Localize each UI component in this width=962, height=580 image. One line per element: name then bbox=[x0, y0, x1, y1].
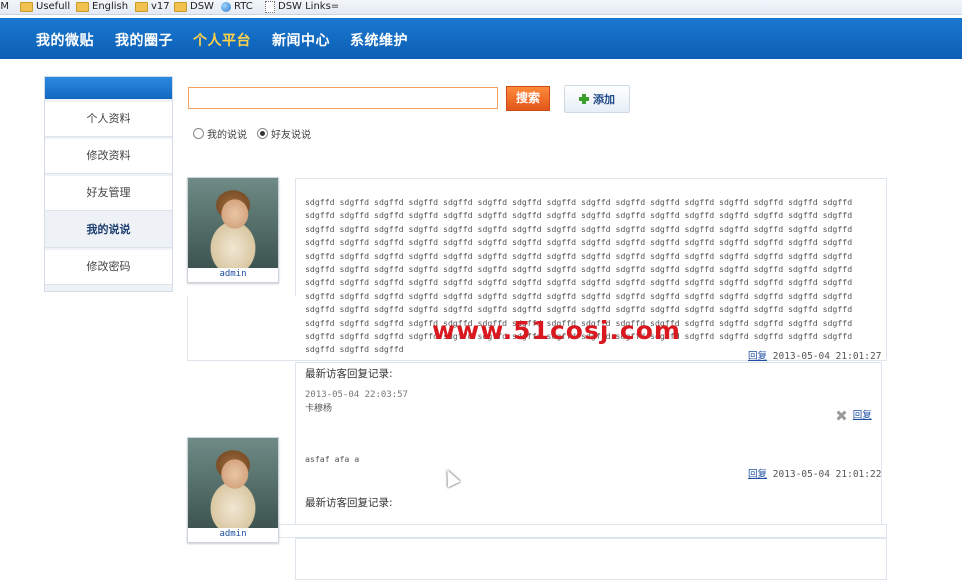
menu-item-password[interactable]: 修改密码 bbox=[45, 250, 172, 285]
bookmark-usefull[interactable]: Usefull bbox=[20, 0, 70, 14]
avatar-card[interactable]: admin bbox=[187, 177, 279, 283]
author-name[interactable]: admin bbox=[188, 529, 278, 539]
bookmark-3m[interactable]: 3M bbox=[0, 0, 9, 14]
bookmark-rtc[interactable]: RTC bbox=[221, 0, 253, 14]
nav-item-weitie[interactable]: 我的微贴 bbox=[36, 30, 94, 50]
radio-label-my-posts: 我的说说 bbox=[207, 130, 247, 141]
recent-replies-label: 最新访客回复记录: bbox=[305, 368, 393, 380]
folder-icon bbox=[135, 2, 148, 12]
reply-timestamp: 2013-05-04 22:03:57 bbox=[305, 390, 408, 400]
nav-item-quanzi[interactable]: 我的圈子 bbox=[115, 30, 173, 50]
author-name[interactable]: admin bbox=[188, 269, 278, 279]
menu-item-friends[interactable]: 好友管理 bbox=[45, 176, 172, 211]
radio-friend-posts[interactable] bbox=[257, 128, 268, 139]
bookmark-label: Usefull bbox=[36, 1, 71, 12]
search-input[interactable] bbox=[188, 87, 498, 109]
watermark: www.51cosj.com bbox=[432, 316, 681, 345]
top-nav: 我的微贴 我的圈子 个人平台 新闻中心 系统维护 bbox=[0, 18, 962, 59]
add-button[interactable]: 添加 bbox=[564, 85, 630, 113]
menu-item-profile[interactable]: 个人资料 bbox=[45, 102, 172, 137]
post-card-footer bbox=[187, 524, 887, 538]
left-menu-header bbox=[45, 77, 172, 99]
search-button[interactable]: 搜索 bbox=[506, 86, 550, 111]
folder-icon bbox=[76, 2, 89, 12]
post-meta: 回复 2013-05-04 21:01:27 bbox=[748, 348, 881, 362]
reply-actions: 回复 bbox=[836, 407, 872, 421]
radio-label-friend-posts: 好友说说 bbox=[271, 130, 311, 141]
plus-icon bbox=[579, 94, 589, 104]
bookmark-label: v17 bbox=[151, 1, 170, 12]
nav-item-personal[interactable]: 个人平台 bbox=[193, 30, 251, 50]
recent-replies-label: 最新访客回复记录: bbox=[305, 497, 393, 509]
bookmarks-bar: 3M Usefull English v17 DSW RTC DSW Links… bbox=[0, 0, 962, 15]
delete-icon[interactable] bbox=[836, 410, 847, 421]
folder-icon bbox=[20, 2, 33, 12]
folder-icon bbox=[174, 2, 187, 12]
bookmark-label: DSW bbox=[190, 1, 214, 12]
add-button-label: 添加 bbox=[593, 93, 615, 106]
avatar bbox=[188, 438, 278, 528]
post-meta: 回复 2013-05-04 21:01:22 bbox=[748, 466, 881, 480]
bookmark-dsw[interactable]: DSW bbox=[174, 0, 214, 14]
page-icon bbox=[265, 1, 275, 13]
menu-item-my-posts[interactable]: 我的说说 bbox=[45, 213, 172, 248]
menu-item-edit-profile[interactable]: 修改资料 bbox=[45, 139, 172, 174]
post-filter: 我的说说 好友说说 bbox=[193, 126, 311, 141]
bookmark-v17[interactable]: v17 bbox=[135, 0, 170, 14]
post-content: asfaf afa a bbox=[305, 454, 360, 464]
globe-icon bbox=[221, 2, 231, 12]
reply-link[interactable]: 回复 bbox=[748, 351, 767, 362]
post-timestamp: 2013-05-04 21:01:27 bbox=[772, 351, 882, 362]
bookmark-label: DSW Links= bbox=[278, 1, 340, 12]
reply-text: 卡穆杨 bbox=[305, 404, 333, 414]
bookmark-dsw-links[interactable]: DSW Links= bbox=[265, 0, 339, 14]
post-timestamp: 2013-05-04 21:01:22 bbox=[772, 469, 882, 480]
nav-item-news[interactable]: 新闻中心 bbox=[272, 30, 330, 50]
left-menu: 个人资料 修改资料 好友管理 我的说说 修改密码 bbox=[44, 76, 173, 292]
avatar bbox=[188, 178, 278, 268]
post-card bbox=[295, 538, 887, 580]
bookmark-label: 3M bbox=[0, 1, 9, 12]
bookmark-label: RTC bbox=[234, 1, 253, 12]
bookmark-english[interactable]: English bbox=[76, 0, 128, 14]
bookmark-label: English bbox=[92, 1, 129, 12]
avatar-card[interactable]: admin bbox=[187, 437, 279, 543]
reply-link[interactable]: 回复 bbox=[748, 469, 767, 480]
reply-link[interactable]: 回复 bbox=[853, 410, 872, 421]
radio-my-posts[interactable] bbox=[193, 128, 204, 139]
nav-item-system[interactable]: 系统维护 bbox=[350, 30, 408, 50]
